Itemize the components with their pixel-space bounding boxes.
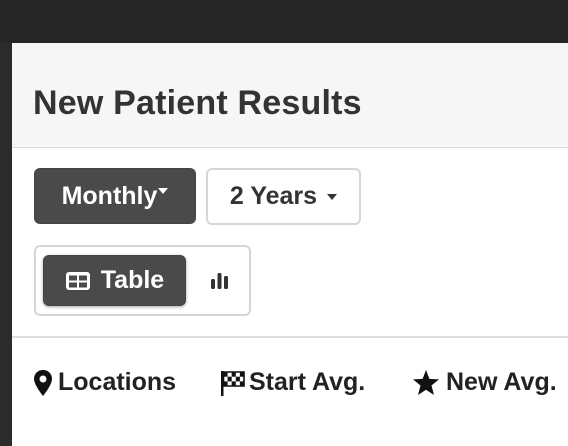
page-title: New Patient Results — [33, 84, 362, 122]
legend-label: New Avg. — [446, 368, 557, 396]
star-icon — [413, 369, 439, 395]
legend-item-start-avg: Start Avg. — [221, 368, 365, 397]
table-view-label: Table — [100, 266, 165, 294]
view-toggle-group: Table — [34, 245, 251, 316]
legend-label: Start Avg. — [249, 368, 366, 396]
chevron-down-icon — [158, 188, 169, 194]
table-view-button[interactable]: Table — [43, 255, 186, 306]
page-header: New Patient Results — [12, 43, 568, 148]
top-bar — [0, 0, 568, 43]
checkered-flag-icon — [221, 370, 245, 396]
main-content: New Patient Results Monthly 2 Years Tabl… — [12, 43, 568, 446]
map-marker-icon — [34, 369, 52, 396]
chevron-down-icon — [327, 193, 338, 200]
legend-item-new-avg: New Avg. — [412, 368, 557, 397]
section-divider — [12, 336, 568, 338]
bar-chart-icon — [211, 272, 228, 289]
range-dropdown-button[interactable]: 2 Years — [206, 168, 361, 225]
chart-view-button[interactable] — [196, 255, 244, 306]
table-icon — [65, 271, 90, 290]
period-dropdown-label: Monthly — [61, 181, 158, 210]
legend-label: Locations — [58, 368, 177, 396]
period-dropdown-button[interactable]: Monthly — [34, 168, 196, 224]
range-dropdown-label: 2 Years — [229, 182, 318, 210]
legend-item-locations: Locations — [34, 368, 176, 397]
sidebar-edge — [0, 43, 12, 446]
